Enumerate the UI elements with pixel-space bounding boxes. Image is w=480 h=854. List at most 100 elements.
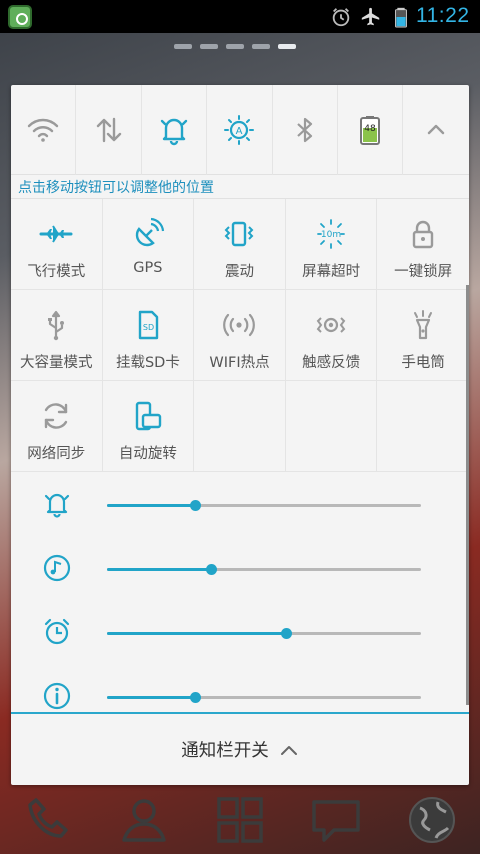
- tile-flashlight[interactable]: 手电筒: [377, 290, 469, 381]
- slider-track[interactable]: [107, 500, 421, 511]
- tile-airplane-mode[interactable]: 飞行模式: [11, 199, 103, 290]
- slider-track[interactable]: [107, 564, 421, 575]
- sd-badge: SD: [143, 323, 154, 332]
- quick-settings-panel: A 48 点击移动按钮可以调整他的位置 飞行模式 GPS 震动 10m 屏幕超时…: [11, 85, 469, 785]
- tile-screen-timeout[interactable]: 10m 屏幕超时: [285, 199, 378, 290]
- auto-brightness-icon: A: [224, 115, 255, 145]
- auto-brightness-toggle[interactable]: A: [207, 85, 273, 175]
- tile-empty: [377, 381, 469, 472]
- wifi-toggle[interactable]: [11, 85, 77, 175]
- slider-thumb[interactable]: [189, 692, 201, 703]
- slider-thumb[interactable]: [280, 628, 292, 639]
- toggle-grid: 飞行模式 GPS 震动 10m 屏幕超时 一键锁屏 大容量模式 SD 挂载SD卡…: [11, 198, 469, 472]
- tile-empty: [285, 381, 378, 472]
- alarm-icon: [332, 8, 350, 27]
- tile-label: WIFI热点: [209, 355, 270, 371]
- tile-label: 自动旋转: [118, 446, 177, 462]
- page-indicator: [174, 44, 296, 49]
- dock-messages[interactable]: [288, 785, 384, 854]
- mobile-data-icon: [96, 117, 121, 143]
- tile-auto-rotate[interactable]: 自动旋转: [102, 381, 195, 472]
- tile-label: 飞行模式: [27, 264, 86, 280]
- tile-label: 手电筒: [401, 355, 445, 371]
- page-dot: [226, 44, 244, 49]
- scrollbar[interactable]: [466, 285, 469, 705]
- tile-mass-storage[interactable]: 大容量模式: [11, 290, 103, 381]
- data-sync-toggle[interactable]: [76, 85, 142, 175]
- page-dot: [200, 44, 218, 49]
- app-drawer-icon: [217, 796, 263, 843]
- rotate-icon: [135, 401, 162, 431]
- tile-wifi-hotspot[interactable]: WIFI热点: [194, 290, 286, 381]
- notification-app-icon: [8, 5, 32, 29]
- browser-globe-icon: [409, 796, 455, 843]
- page-dot: [174, 44, 192, 49]
- haptic-icon: [316, 317, 346, 333]
- tile-label: 屏幕超时: [302, 264, 361, 280]
- home-dock: [0, 785, 480, 854]
- slider-fill: [107, 504, 195, 507]
- slider-track[interactable]: [107, 628, 421, 639]
- battery-icon: [395, 7, 407, 28]
- slider-fill: [107, 568, 211, 571]
- tile-network-sync[interactable]: 网络同步: [11, 381, 103, 472]
- messages-icon: [312, 799, 360, 842]
- dock-contacts[interactable]: [96, 785, 192, 854]
- slider-thumb[interactable]: [205, 564, 217, 575]
- usb-icon: [48, 310, 65, 341]
- screen-timeout-icon: 10m: [317, 219, 345, 249]
- ringtone-toggle[interactable]: [142, 85, 208, 175]
- dock-app-drawer[interactable]: [192, 785, 288, 854]
- airplane-mode-icon: [361, 7, 380, 26]
- battery-icon: 48: [360, 116, 381, 145]
- wifi-icon: [27, 118, 59, 142]
- battery-level-text: 48: [364, 124, 376, 134]
- bell-icon: [44, 493, 70, 518]
- chevron-up-icon: [280, 745, 297, 755]
- lock-icon: [412, 220, 434, 249]
- airplane-icon: [39, 225, 73, 243]
- tile-label: 网络同步: [27, 446, 86, 462]
- page-dot: [252, 44, 270, 49]
- collapse-toggle[interactable]: [403, 85, 468, 175]
- sync-icon: [45, 403, 68, 429]
- svg-text:A: A: [236, 126, 243, 137]
- hotspot-icon: [223, 313, 256, 337]
- tile-gps[interactable]: GPS: [102, 199, 195, 290]
- sd-card-icon: SD: [138, 310, 159, 340]
- tile-vibrate[interactable]: 震动: [194, 199, 286, 290]
- vibrate-icon: [225, 221, 254, 247]
- dock-browser[interactable]: [384, 785, 480, 854]
- bluetooth-icon: [297, 117, 312, 143]
- slider-fill: [107, 632, 286, 635]
- bell-icon: [160, 118, 188, 146]
- reorder-hint: 点击移动按钮可以调整他的位置: [18, 180, 214, 196]
- bluetooth-toggle[interactable]: [273, 85, 338, 175]
- tile-label: 挂载SD卡: [115, 355, 180, 371]
- volume-sliders: [11, 475, 469, 731]
- contacts-icon: [122, 798, 166, 842]
- slider-fill: [107, 696, 195, 699]
- satellite-icon: [135, 217, 164, 247]
- slider-track[interactable]: [107, 692, 421, 703]
- tile-label: 一键锁屏: [394, 264, 453, 280]
- tile-empty: [194, 381, 286, 472]
- quick-toggle-row: A 48: [11, 85, 469, 175]
- footer-label: 通知栏开关: [181, 741, 269, 761]
- chevron-up-icon: [427, 124, 445, 135]
- tile-mount-sd[interactable]: SD 挂载SD卡: [102, 290, 195, 381]
- clock-time: 11:22: [416, 4, 470, 27]
- slider-ringtone-volume: [11, 475, 469, 539]
- phone-icon: [28, 797, 68, 838]
- tile-label: 大容量模式: [20, 355, 93, 371]
- tile-haptic-feedback[interactable]: 触感反馈: [285, 290, 378, 381]
- battery-toggle[interactable]: 48: [338, 85, 404, 175]
- tile-label: 触感反馈: [302, 355, 361, 371]
- dock-phone[interactable]: [0, 785, 96, 854]
- alarm-clock-icon: [44, 618, 70, 645]
- slider-thumb[interactable]: [189, 500, 201, 511]
- notification-toggles-footer[interactable]: 通知栏开关: [11, 712, 469, 785]
- slider-media-volume: [11, 539, 469, 603]
- tile-lock-screen[interactable]: 一键锁屏: [377, 199, 469, 290]
- slider-alarm-volume: [11, 603, 469, 667]
